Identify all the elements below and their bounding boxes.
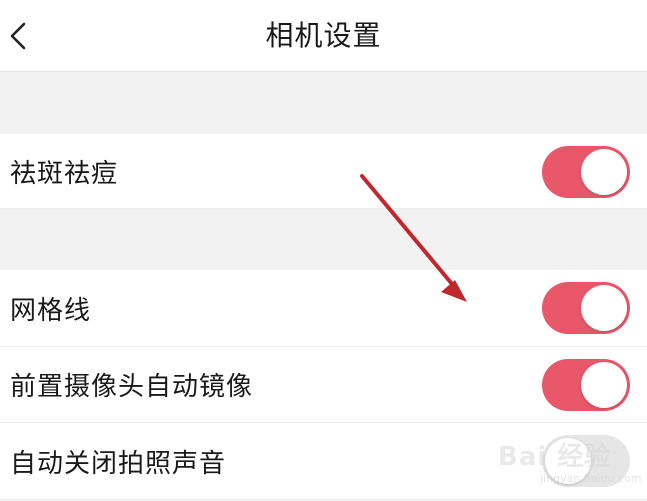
setting-row-grid: 网格线 [0,270,647,347]
toggle-knob [581,362,627,408]
shutter-sound-toggle[interactable] [542,435,630,487]
setting-label-shutter-sound: 自动关闭拍照声音 [10,448,227,479]
mirror-toggle[interactable] [542,359,630,411]
setting-row-beauty: 祛斑祛痘 [0,134,647,209]
setting-label-mirror: 前置摄像头自动镜像 [10,372,254,402]
setting-label-beauty: 祛斑祛痘 [10,158,119,189]
toggle-knob [545,438,591,484]
setting-label-grid: 网格线 [10,295,92,326]
setting-row-mirror: 前置摄像头自动镜像 [0,347,647,423]
toggle-knob [581,285,627,331]
setting-row-shutter-sound: 自动关闭拍照声音 [0,423,647,500]
chevron-left-icon [10,22,26,50]
page-title: 相机设置 [265,19,382,52]
beauty-toggle[interactable] [542,146,630,198]
top-bar: 相机设置 [0,0,647,72]
grid-toggle[interactable] [542,282,630,334]
back-button[interactable] [0,0,44,72]
toggle-knob [581,149,627,195]
